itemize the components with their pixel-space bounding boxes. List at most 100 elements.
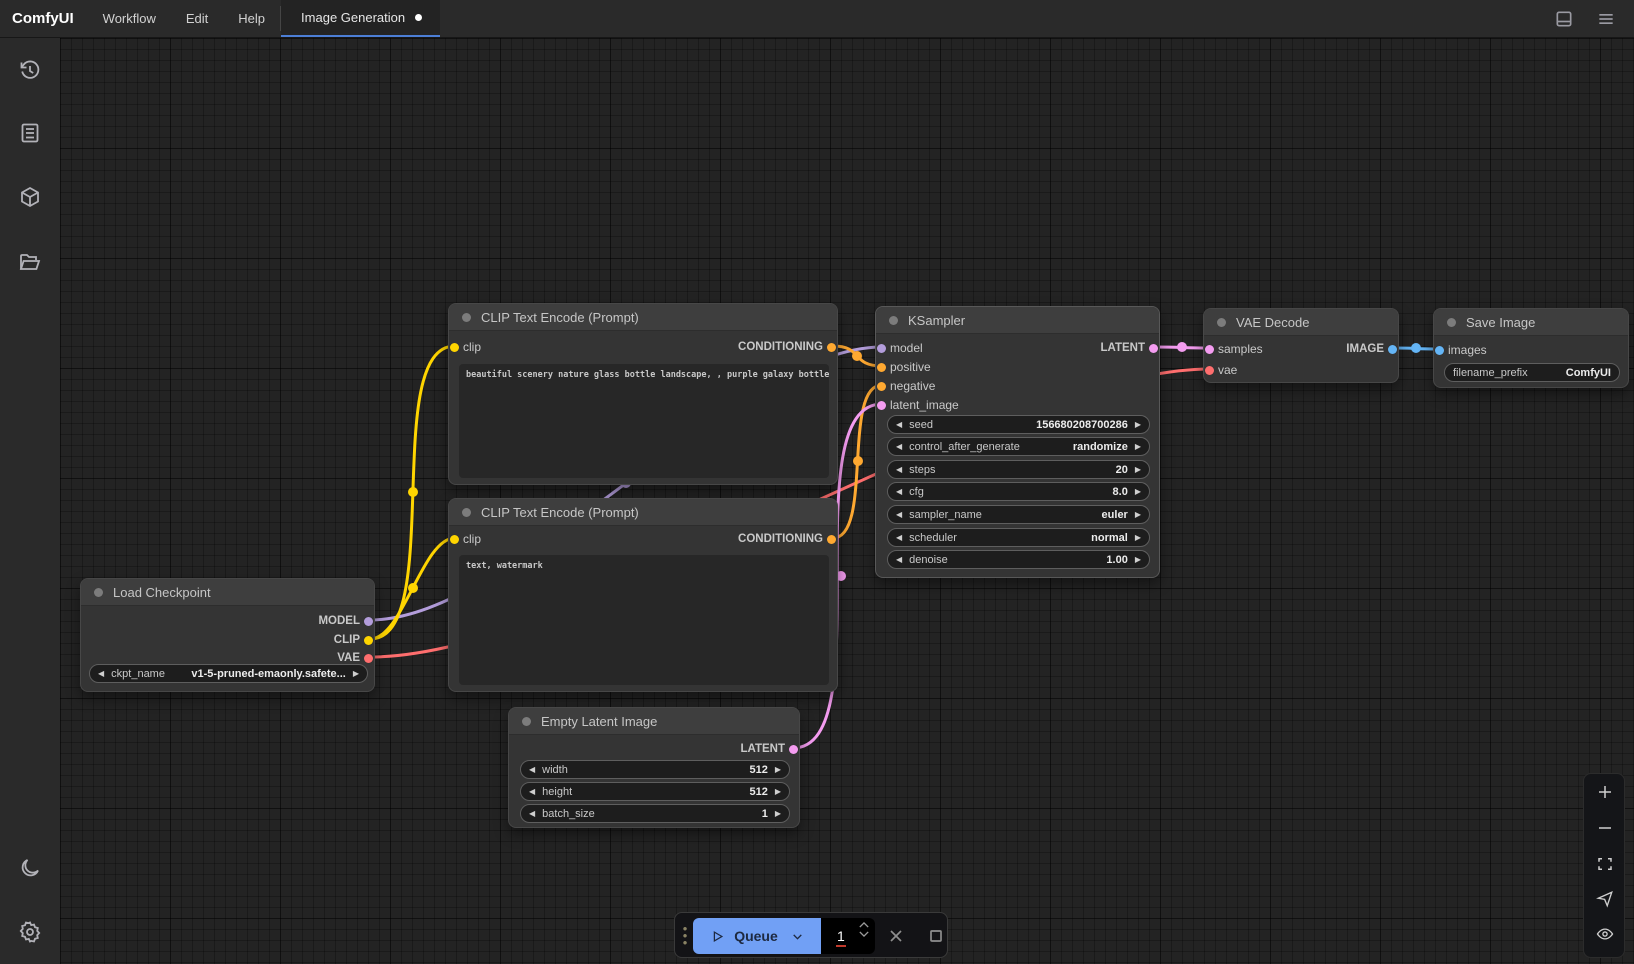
collapse-dot[interactable] <box>522 717 531 726</box>
latent-port[interactable] <box>1149 344 1158 353</box>
queue-history-icon[interactable] <box>18 58 42 82</box>
image-port[interactable] <box>1435 346 1444 355</box>
node-title-bar[interactable]: Load Checkpoint <box>81 579 374 606</box>
workflows-folder-icon[interactable] <box>18 250 42 274</box>
tab-image-generation[interactable]: Image Generation <box>281 0 440 37</box>
next-arrow-icon[interactable]: ▶ <box>775 810 781 818</box>
prev-arrow-icon[interactable]: ◀ <box>529 788 535 796</box>
sampler-name-widget[interactable]: ◀ sampler_name euler ▶ <box>887 505 1150 524</box>
spinner-down-icon[interactable] <box>859 931 869 937</box>
node-title-bar[interactable]: CLIP Text Encode (Prompt) <box>449 304 837 331</box>
width-widget[interactable]: ◀ width 512 ▶ <box>520 760 790 779</box>
prev-arrow-icon[interactable]: ◀ <box>896 534 902 542</box>
conditioning-port[interactable] <box>877 382 886 391</box>
prev-arrow-icon[interactable]: ◀ <box>529 810 535 818</box>
drag-handle-icon[interactable]: ••• <box>681 925 689 946</box>
output-slot-latent: LATENT <box>876 339 1159 357</box>
next-arrow-icon[interactable]: ▶ <box>1135 556 1141 564</box>
prev-arrow-icon[interactable]: ◀ <box>896 511 902 519</box>
next-arrow-icon[interactable]: ▶ <box>1135 443 1141 451</box>
fit-view-icon[interactable] <box>1596 855 1614 873</box>
collapse-dot[interactable] <box>462 508 471 517</box>
denoise-widget[interactable]: ◀ denoise 1.00 ▶ <box>887 550 1150 569</box>
node-vae-decode[interactable]: VAE Decode samples IMAGE vae <box>1203 308 1399 383</box>
conditioning-port[interactable] <box>877 363 886 372</box>
node-title: Empty Latent Image <box>541 714 657 729</box>
collapse-dot[interactable] <box>1447 318 1456 327</box>
batch-count-value[interactable]: 1 <box>837 928 845 944</box>
batch-count-input[interactable]: 1 <box>821 918 875 954</box>
latent-port[interactable] <box>789 745 798 754</box>
menu-help[interactable]: Help <box>223 0 280 37</box>
collapse-dot[interactable] <box>94 588 103 597</box>
next-arrow-icon[interactable]: ▶ <box>1135 511 1141 519</box>
menu-workflow[interactable]: Workflow <box>88 0 171 37</box>
prompt-textarea[interactable]: text, watermark <box>459 555 829 685</box>
height-widget[interactable]: ◀ height 512 ▶ <box>520 782 790 801</box>
stop-icon[interactable] <box>926 926 946 946</box>
node-title-bar[interactable]: Save Image <box>1434 309 1628 336</box>
next-arrow-icon[interactable]: ▶ <box>1135 534 1141 542</box>
clip-port[interactable] <box>364 636 373 645</box>
next-arrow-icon[interactable]: ▶ <box>353 670 359 678</box>
node-clip-text-encode-negative[interactable]: CLIP Text Encode (Prompt) clip CONDITION… <box>448 498 838 692</box>
node-title-bar[interactable]: KSampler <box>876 307 1159 334</box>
node-title-bar[interactable]: Empty Latent Image <box>509 708 799 735</box>
clear-queue-x-icon[interactable] <box>886 926 906 946</box>
model-library-icon[interactable] <box>18 185 42 209</box>
seed-widget[interactable]: ◀ seed 156680208700286 ▶ <box>887 415 1150 434</box>
hamburger-menu-icon[interactable] <box>1596 9 1616 29</box>
conditioning-port[interactable] <box>827 343 836 352</box>
prompt-textarea[interactable]: beautiful scenery nature glass bottle la… <box>459 364 829 478</box>
next-arrow-icon[interactable]: ▶ <box>1135 421 1141 429</box>
spinner-up-icon[interactable] <box>859 922 869 928</box>
vae-port[interactable] <box>364 654 373 663</box>
bottom-panel-icon[interactable] <box>1554 9 1574 29</box>
control-after-generate-widget[interactable]: ◀ control_after_generate randomize ▶ <box>887 437 1150 456</box>
node-load-checkpoint[interactable]: Load Checkpoint MODEL CLIP VAE ◀ ckpt_na… <box>80 578 375 692</box>
prev-arrow-icon[interactable]: ◀ <box>896 466 902 474</box>
next-arrow-icon[interactable]: ▶ <box>1135 488 1141 496</box>
steps-widget[interactable]: ◀ steps 20 ▶ <box>887 460 1150 479</box>
node-library-icon[interactable] <box>18 121 42 145</box>
prev-arrow-icon[interactable]: ◀ <box>896 488 902 496</box>
conditioning-port[interactable] <box>827 535 836 544</box>
scheduler-widget[interactable]: ◀ scheduler normal ▶ <box>887 528 1150 547</box>
prev-arrow-icon[interactable]: ◀ <box>98 670 104 678</box>
prev-arrow-icon[interactable]: ◀ <box>896 556 902 564</box>
graph-canvas[interactable] <box>60 38 1634 964</box>
ckpt-name-widget[interactable]: ◀ ckpt_name v1-5-pruned-emaonly.safete..… <box>89 664 368 683</box>
toggle-links-eye-icon[interactable] <box>1596 925 1614 943</box>
zoom-out-icon[interactable] <box>1596 819 1614 837</box>
node-title-bar[interactable]: CLIP Text Encode (Prompt) <box>449 499 837 526</box>
image-port[interactable] <box>1388 345 1397 354</box>
settings-gear-icon[interactable] <box>18 920 42 944</box>
collapse-dot[interactable] <box>462 313 471 322</box>
node-empty-latent-image[interactable]: Empty Latent Image LATENT ◀ width 512 ▶ … <box>508 707 800 828</box>
node-title-bar[interactable]: VAE Decode <box>1204 309 1398 336</box>
node-clip-text-encode-positive[interactable]: CLIP Text Encode (Prompt) clip CONDITION… <box>448 303 838 485</box>
prev-arrow-icon[interactable]: ◀ <box>896 443 902 451</box>
model-port[interactable] <box>364 617 373 626</box>
filename-prefix-widget[interactable]: filename_prefix ComfyUI <box>1444 363 1620 382</box>
next-arrow-icon[interactable]: ▶ <box>1135 466 1141 474</box>
zoom-in-icon[interactable] <box>1596 783 1614 801</box>
vae-port[interactable] <box>1205 366 1214 375</box>
collapse-dot[interactable] <box>1217 318 1226 327</box>
batch-size-widget[interactable]: ◀ batch_size 1 ▶ <box>520 804 790 823</box>
cfg-widget[interactable]: ◀ cfg 8.0 ▶ <box>887 482 1150 501</box>
prev-arrow-icon[interactable]: ◀ <box>529 766 535 774</box>
latent-port[interactable] <box>877 401 886 410</box>
select-mode-cursor-icon[interactable] <box>1596 890 1614 908</box>
node-ksampler[interactable]: KSampler model LATENT positive negative … <box>875 306 1160 578</box>
comfyui-logo[interactable]: ComfyUI <box>0 0 88 37</box>
queue-dropdown-chevron-icon[interactable] <box>791 930 804 943</box>
menu-edit[interactable]: Edit <box>171 0 223 37</box>
theme-toggle-moon-icon[interactable] <box>18 856 42 880</box>
node-save-image[interactable]: Save Image images filename_prefix ComfyU… <box>1433 308 1629 388</box>
queue-button[interactable]: Queue <box>693 918 821 954</box>
collapse-dot[interactable] <box>889 316 898 325</box>
next-arrow-icon[interactable]: ▶ <box>775 766 781 774</box>
next-arrow-icon[interactable]: ▶ <box>775 788 781 796</box>
prev-arrow-icon[interactable]: ◀ <box>896 421 902 429</box>
